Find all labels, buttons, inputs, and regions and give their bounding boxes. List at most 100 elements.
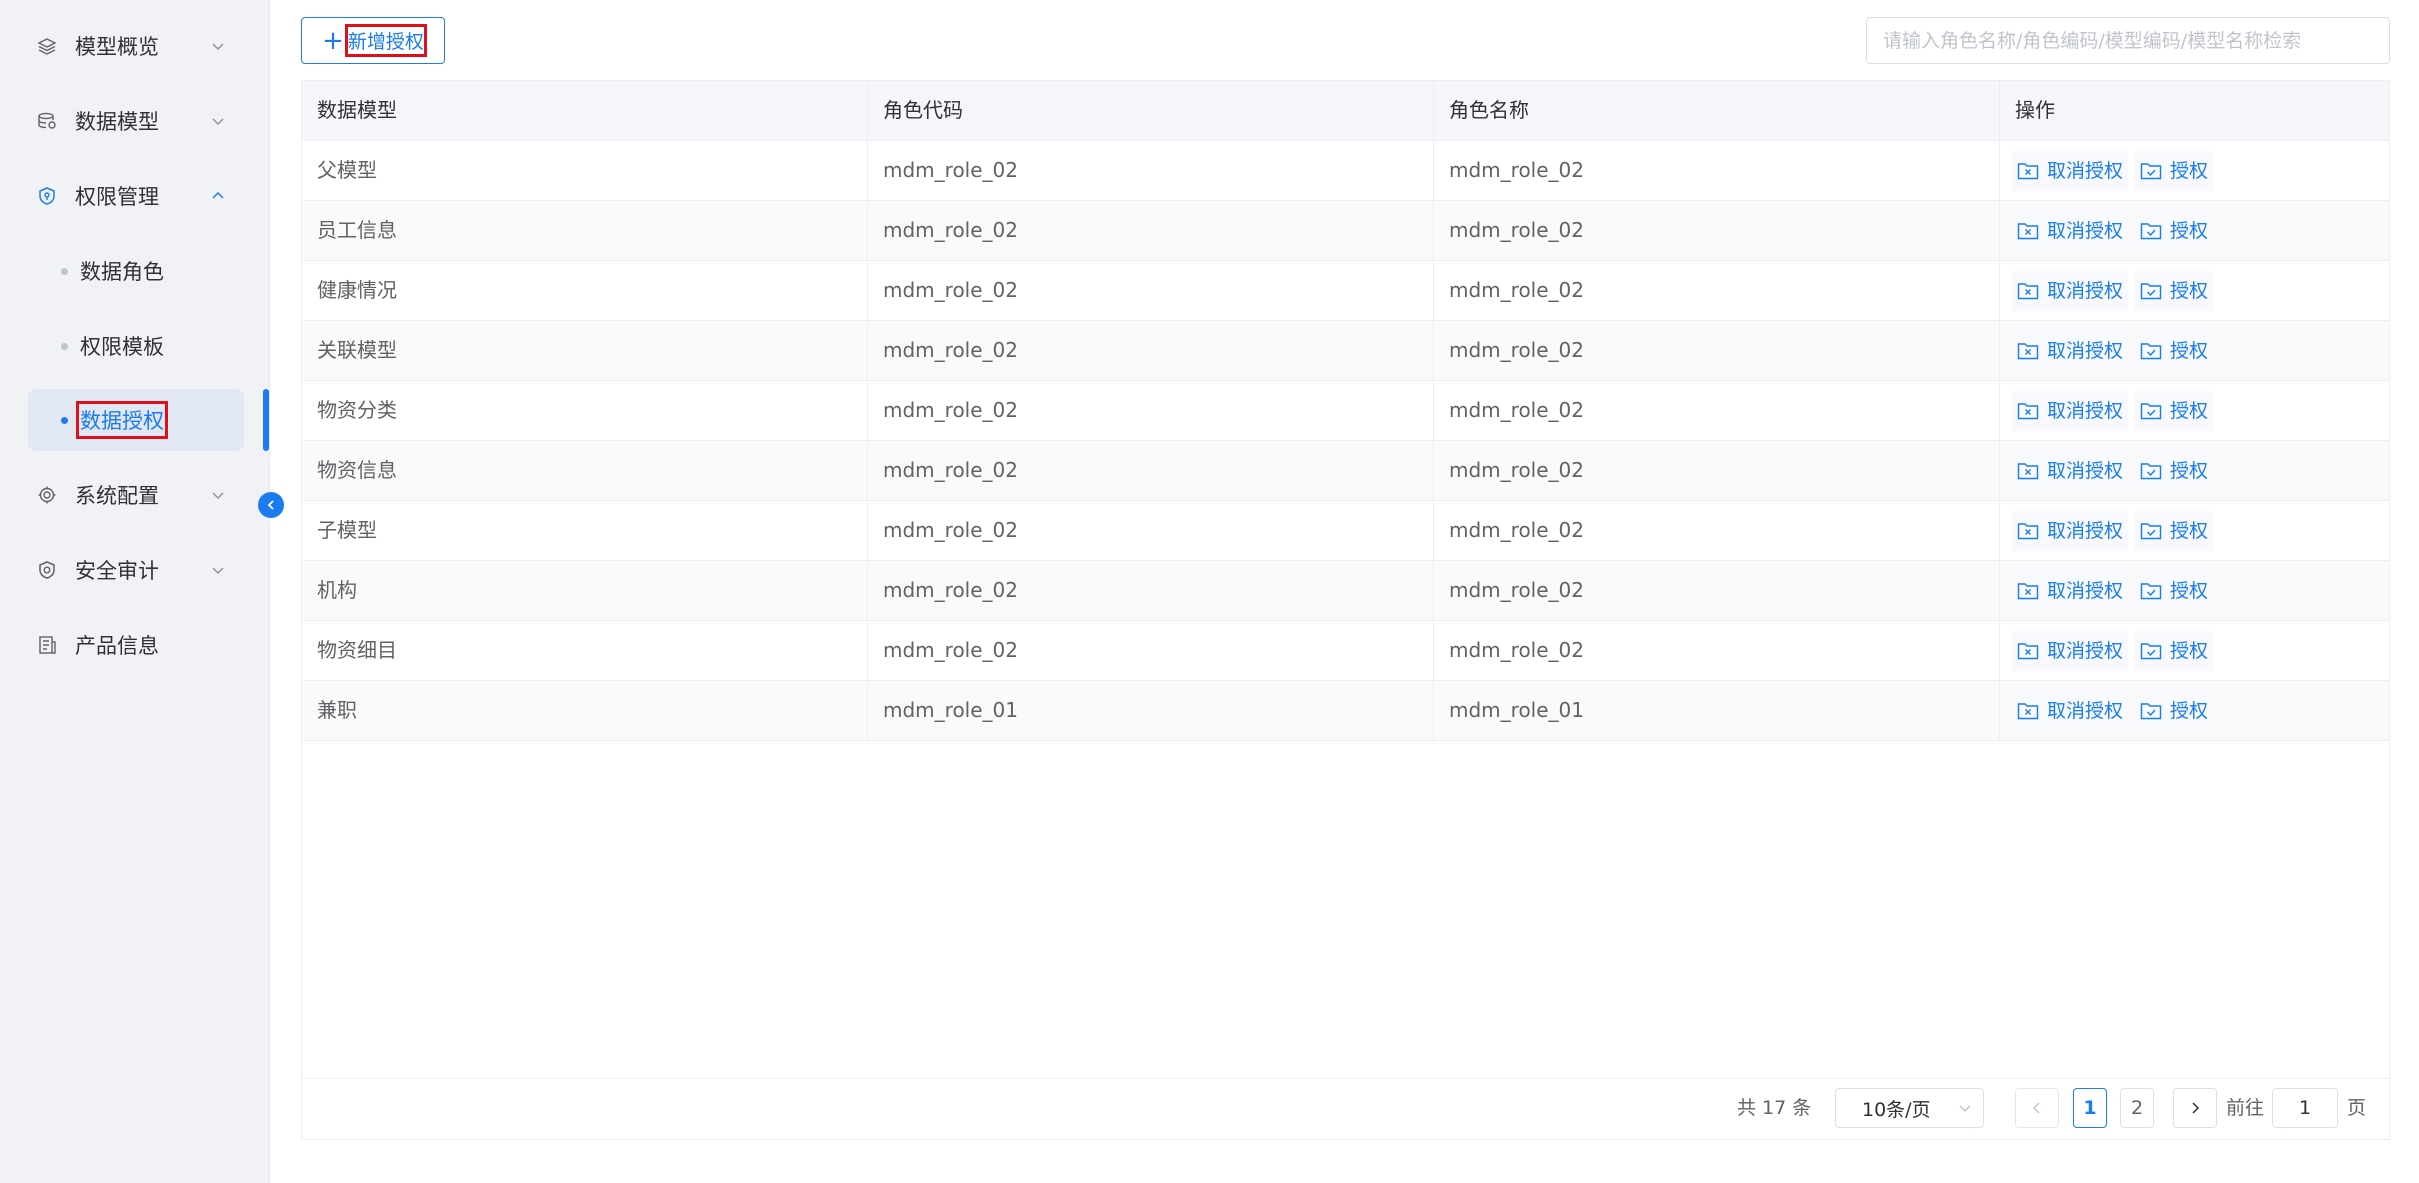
cell-model: 健康情况 xyxy=(302,261,868,320)
goto-page-input[interactable] xyxy=(2272,1088,2338,1128)
cell-role-code: mdm_role_02 xyxy=(868,621,1434,680)
grant-authorization-button[interactable]: 授权 xyxy=(2135,151,2214,191)
sidebar-item-permission-template[interactable]: 权限模板 xyxy=(28,315,244,377)
cancel-authorization-button[interactable]: 取消授权 xyxy=(2012,271,2129,311)
cancel-authorization-button[interactable]: 取消授权 xyxy=(2012,151,2129,191)
shield-icon xyxy=(35,184,59,208)
cancel-authorization-button[interactable]: 取消授权 xyxy=(2012,211,2129,251)
table-row: 员工信息 mdm_role_02 mdm_role_02 取消授权 授权 xyxy=(302,201,2389,261)
menu-item-data-model[interactable]: 数据模型 xyxy=(28,91,238,151)
active-indicator xyxy=(263,389,269,451)
grant-authorization-button[interactable]: 授权 xyxy=(2135,691,2214,731)
folder-check-icon xyxy=(2140,342,2162,360)
submenu-label: 数据角色 xyxy=(80,260,164,284)
folder-check-icon xyxy=(2140,162,2162,180)
grant-authorization-button[interactable]: 授权 xyxy=(2135,391,2214,431)
cell-actions: 取消授权 授权 xyxy=(2000,501,2389,560)
action-label: 取消授权 xyxy=(2047,579,2124,602)
folder-check-icon xyxy=(2140,582,2162,600)
sidebar-item-data-role[interactable]: 数据角色 xyxy=(28,240,244,302)
cell-role-code: mdm_role_02 xyxy=(868,381,1434,440)
folder-x-icon xyxy=(2017,522,2039,540)
add-button-label: 新增授权 xyxy=(344,24,427,57)
next-page-button[interactable] xyxy=(2173,1088,2217,1128)
page-size-value: 10条/页 xyxy=(1862,1098,1931,1121)
menu-item-security-audit[interactable]: 安全审计 xyxy=(28,540,238,600)
database-icon xyxy=(35,109,59,133)
column-header-role-name: 角色名称 xyxy=(1434,81,2000,140)
sidebar-collapse-button[interactable] xyxy=(258,492,284,518)
bullet-dot xyxy=(61,342,68,350)
folder-check-icon xyxy=(2140,642,2162,660)
cell-model: 关联模型 xyxy=(302,321,868,380)
cancel-authorization-button[interactable]: 取消授权 xyxy=(2012,631,2129,671)
grant-authorization-button[interactable]: 授权 xyxy=(2135,271,2214,311)
grant-authorization-button[interactable]: 授权 xyxy=(2135,511,2214,551)
cell-model: 员工信息 xyxy=(302,201,868,260)
menu-item-permission-management[interactable]: 权限管理 xyxy=(28,166,238,226)
pagination-total: 共 17 条 xyxy=(1737,1097,1812,1119)
table-row: 兼职 mdm_role_01 mdm_role_01 取消授权 授权 xyxy=(302,681,2389,741)
page-button-1[interactable]: 1 xyxy=(2073,1088,2107,1128)
grant-authorization-button[interactable]: 授权 xyxy=(2135,451,2214,491)
cancel-authorization-button[interactable]: 取消授权 xyxy=(2012,331,2129,371)
cell-model: 子模型 xyxy=(302,501,868,560)
action-label: 授权 xyxy=(2170,699,2209,722)
bullet-dot xyxy=(61,416,68,424)
menu-label: 模型概览 xyxy=(75,35,159,59)
action-label: 授权 xyxy=(2170,519,2209,542)
cell-model: 物资细目 xyxy=(302,621,868,680)
table-row: 物资细目 mdm_role_02 mdm_role_02 取消授权 授权 xyxy=(302,621,2389,681)
grant-authorization-button[interactable]: 授权 xyxy=(2135,631,2214,671)
table-row: 父模型 mdm_role_02 mdm_role_02 取消授权 授权 xyxy=(302,141,2389,201)
action-label: 授权 xyxy=(2170,399,2209,422)
action-label: 授权 xyxy=(2170,579,2209,602)
cancel-authorization-button[interactable]: 取消授权 xyxy=(2012,391,2129,431)
menu-label: 安全审计 xyxy=(75,559,159,583)
cell-actions: 取消授权 授权 xyxy=(2000,201,2389,260)
cancel-authorization-button[interactable]: 取消授权 xyxy=(2012,691,2129,731)
folder-x-icon xyxy=(2017,642,2039,660)
cell-role-name: mdm_role_02 xyxy=(1434,381,2000,440)
menu-item-model-overview[interactable]: 模型概览 xyxy=(28,16,238,76)
grant-authorization-button[interactable]: 授权 xyxy=(2135,331,2214,371)
prev-page-button[interactable] xyxy=(2015,1088,2059,1128)
cancel-authorization-button[interactable]: 取消授权 xyxy=(2012,451,2129,491)
cell-model: 物资信息 xyxy=(302,441,868,500)
chevron-right-icon xyxy=(2187,1100,2203,1116)
cancel-authorization-button[interactable]: 取消授权 xyxy=(2012,571,2129,611)
table-row: 物资分类 mdm_role_02 mdm_role_02 取消授权 授权 xyxy=(302,381,2389,441)
chevron-down-icon xyxy=(208,36,228,56)
folder-check-icon xyxy=(2140,462,2162,480)
authorization-table: 数据模型 角色代码 角色名称 操作 父模型 mdm_role_02 mdm_role… xyxy=(301,80,2390,1140)
sidebar: 模型概览 数据模型 权限管理 数据角色 权限模板 数据授权 系统配置 安全审计 … xyxy=(0,0,284,1183)
action-label: 取消授权 xyxy=(2047,519,2124,542)
grant-authorization-button[interactable]: 授权 xyxy=(2135,571,2214,611)
folder-x-icon xyxy=(2017,162,2039,180)
chevron-down-icon xyxy=(208,485,228,505)
action-label: 取消授权 xyxy=(2047,639,2124,662)
sidebar-item-data-authorization[interactable]: 数据授权 xyxy=(28,389,244,451)
page-suffix: 页 xyxy=(2347,1097,2367,1119)
submenu-label: 权限模板 xyxy=(80,335,164,359)
folder-check-icon xyxy=(2140,222,2162,240)
column-header-role-code: 角色代码 xyxy=(868,81,1434,140)
action-label: 授权 xyxy=(2170,639,2209,662)
menu-item-product-info[interactable]: 产品信息 xyxy=(28,615,238,675)
chevron-left-icon xyxy=(264,498,278,512)
cell-role-name: mdm_role_02 xyxy=(1434,141,2000,200)
shield-check-icon xyxy=(35,558,59,582)
menu-label: 产品信息 xyxy=(75,634,159,658)
page-size-select[interactable]: 10条/页 xyxy=(1835,1088,1984,1128)
cell-actions: 取消授权 授权 xyxy=(2000,141,2389,200)
cell-role-code: mdm_role_02 xyxy=(868,261,1434,320)
chevron-up-icon xyxy=(208,186,228,206)
cancel-authorization-button[interactable]: 取消授权 xyxy=(2012,511,2129,551)
add-authorization-button[interactable]: + 新增授权 xyxy=(301,17,445,64)
cpu-icon xyxy=(35,483,59,507)
menu-item-system-config[interactable]: 系统配置 xyxy=(28,465,238,525)
search-input[interactable] xyxy=(1866,17,2390,64)
page-button-2[interactable]: 2 xyxy=(2120,1088,2154,1128)
grant-authorization-button[interactable]: 授权 xyxy=(2135,211,2214,251)
cell-actions: 取消授权 授权 xyxy=(2000,441,2389,500)
